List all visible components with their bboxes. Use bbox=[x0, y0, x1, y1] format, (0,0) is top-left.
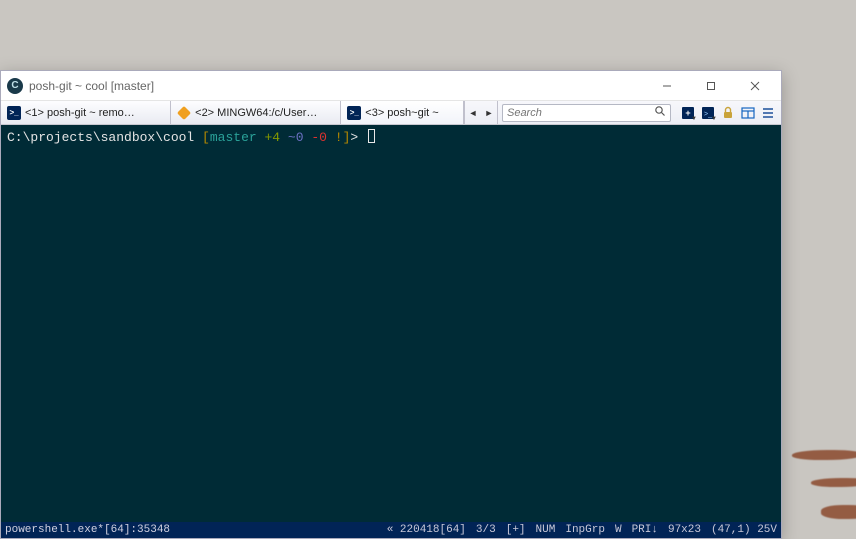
search-wrap bbox=[498, 101, 675, 124]
chevron-down-icon: ▼ bbox=[711, 116, 717, 122]
maximize-icon bbox=[706, 81, 716, 91]
status-proc: 3/3 bbox=[476, 524, 496, 536]
status-w: W bbox=[615, 524, 622, 536]
tab-2[interactable]: <2> MINGW64:/c/User… bbox=[171, 101, 341, 124]
terminal[interactable]: C:\projects\sandbox\cool [master +4 ~0 -… bbox=[1, 125, 781, 522]
svg-text:+: + bbox=[685, 108, 690, 118]
status-plus: [+] bbox=[506, 524, 526, 536]
app-icon: C bbox=[7, 78, 23, 94]
menu-button[interactable] bbox=[759, 104, 777, 122]
lock-icon bbox=[721, 106, 735, 120]
status-position: (47,1) 25V bbox=[711, 524, 777, 536]
tab-1-label: <1> posh-git ~ remo… bbox=[25, 107, 135, 119]
status-priority: PRI↓ bbox=[632, 524, 658, 536]
git-icon bbox=[177, 106, 191, 120]
tab-next-button[interactable]: ► bbox=[481, 101, 497, 124]
status-size: 97x23 bbox=[668, 524, 701, 536]
tab-3[interactable]: >_ <3> posh~git ~ bbox=[341, 101, 464, 124]
chevron-down-icon: ▼ bbox=[691, 116, 697, 122]
status-numlock: NUM bbox=[536, 524, 556, 536]
statusbar: powershell.exe*[64]:35348 « 220418[64] 3/… bbox=[1, 522, 781, 538]
console-button[interactable]: >_ ▼ bbox=[699, 104, 717, 122]
lock-button[interactable] bbox=[719, 104, 737, 122]
tab-2-label: <2> MINGW64:/c/User… bbox=[195, 107, 317, 119]
status-process: powershell.exe*[64]:35348 bbox=[5, 524, 170, 536]
window-controls bbox=[645, 72, 777, 100]
tab-nav: ◄ ► bbox=[464, 101, 498, 124]
maximize-button[interactable] bbox=[689, 72, 733, 100]
window-title: posh-git ~ cool [master] bbox=[29, 79, 645, 93]
tab-prev-button[interactable]: ◄ bbox=[465, 101, 481, 124]
prompt-open-bracket: [ bbox=[202, 130, 210, 145]
minimize-icon bbox=[662, 81, 672, 91]
view-button[interactable] bbox=[739, 104, 757, 122]
prompt-bang: ! bbox=[335, 130, 343, 145]
prompt-modified: ~0 bbox=[288, 130, 304, 145]
app-window: C posh-git ~ cool [master] >_ <1> posh-g… bbox=[0, 70, 782, 539]
panels-icon bbox=[741, 106, 755, 120]
prompt-path: C:\projects\sandbox\cool bbox=[7, 130, 202, 145]
prompt-deleted: -0 bbox=[311, 130, 327, 145]
status-input-group: InpGrp bbox=[565, 524, 605, 536]
status-right: « 220418[64] 3/3 [+] NUM InpGrp W PRI↓ 97x23 (47… bbox=[377, 524, 777, 536]
minimize-button[interactable] bbox=[645, 72, 689, 100]
cursor bbox=[368, 129, 375, 143]
toolbar-icons: + ▼ >_ ▼ bbox=[675, 101, 781, 124]
prompt-line: C:\projects\sandbox\cool [master +4 ~0 -… bbox=[7, 129, 775, 147]
search-box[interactable] bbox=[502, 104, 671, 122]
new-console-button[interactable]: + ▼ bbox=[679, 104, 697, 122]
tab-1[interactable]: >_ <1> posh-git ~ remo… bbox=[1, 101, 171, 124]
prompt-branch: master bbox=[210, 130, 257, 145]
titlebar: C posh-git ~ cool [master] bbox=[1, 71, 781, 101]
close-icon bbox=[750, 81, 760, 91]
menu-icon bbox=[761, 106, 775, 120]
prompt-added: +4 bbox=[264, 130, 280, 145]
close-button[interactable] bbox=[733, 72, 777, 100]
search-input[interactable] bbox=[507, 107, 650, 119]
status-memory: « 220418[64] bbox=[387, 524, 466, 536]
search-icon bbox=[654, 105, 666, 120]
tab-3-label: <3> posh~git ~ bbox=[365, 107, 438, 119]
powershell-icon: >_ bbox=[347, 106, 361, 120]
powershell-icon: >_ bbox=[7, 106, 21, 120]
toolbar: >_ <1> posh-git ~ remo… <2> MINGW64:/c/U… bbox=[1, 101, 781, 125]
prompt-gt: > bbox=[350, 130, 358, 145]
